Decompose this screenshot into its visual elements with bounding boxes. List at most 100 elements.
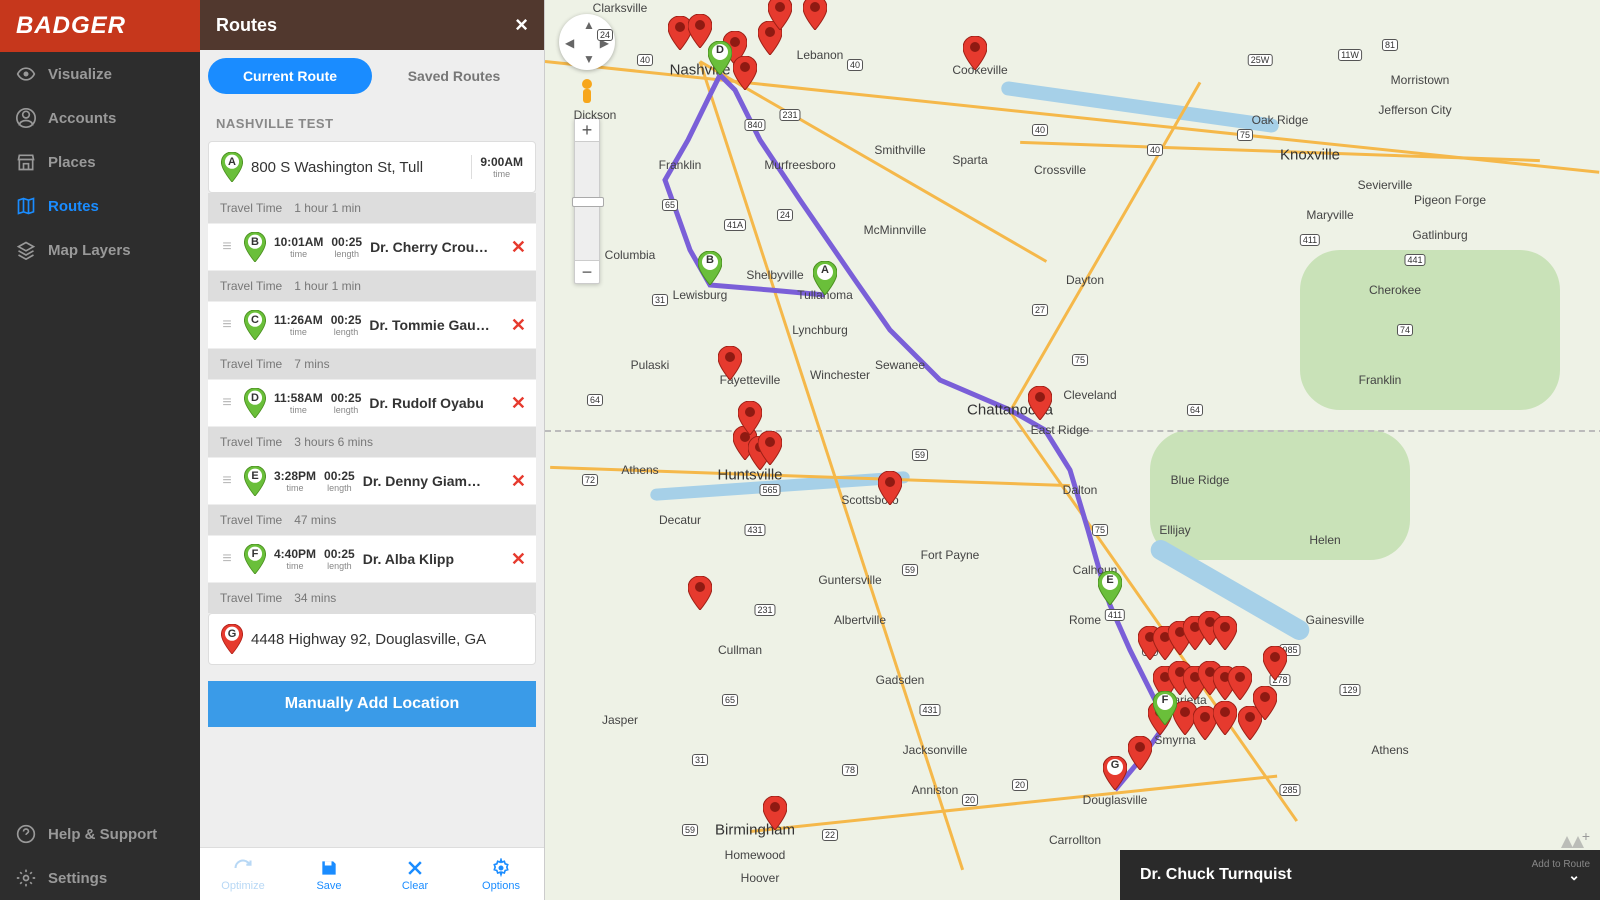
drag-handle-icon[interactable]: ≡ (218, 238, 236, 256)
stop-name: Dr. Cherry Crou… (370, 239, 503, 255)
close-icon[interactable]: × (515, 12, 528, 38)
map-pin[interactable] (763, 796, 787, 830)
map-pin[interactable] (1263, 646, 1287, 680)
panel-title: Routes (216, 15, 277, 36)
map-pin[interactable] (803, 0, 827, 30)
stop-row: ≡ F 4:40PMtime 00:25length Dr. Alba Klip… (208, 535, 536, 583)
stop-pin-icon: F (244, 544, 266, 574)
route-stop-pin[interactable]: F (1153, 691, 1177, 725)
zoom-out-button[interactable]: − (575, 261, 599, 283)
panel-header: Routes × (200, 0, 544, 50)
sidebar-item-label: Routes (48, 198, 99, 215)
clear-button[interactable]: Clear (372, 848, 458, 900)
route-stop-pin[interactable]: D (708, 41, 732, 75)
start-address-input[interactable] (251, 159, 463, 176)
stop-pin-icon: E (244, 466, 266, 496)
sidebar-item-routes[interactable]: Routes (0, 184, 200, 228)
tab-current-route[interactable]: Current Route (208, 58, 372, 94)
drag-handle-icon[interactable]: ≡ (218, 550, 236, 568)
routes-panel: Routes × Current Route Saved Routes NASH… (200, 0, 545, 900)
travel-time-row: Travel Time1 hour 1 min (208, 271, 536, 301)
tab-saved-routes[interactable]: Saved Routes (372, 58, 536, 94)
stop-name: Dr. Alba Klipp (363, 551, 503, 567)
map-pin[interactable] (768, 0, 792, 30)
route-stop-pin[interactable]: A (813, 261, 837, 295)
map-pin[interactable] (963, 36, 987, 70)
map-pin[interactable] (688, 576, 712, 610)
sidebar-item-label: Help & Support (48, 826, 157, 843)
options-button[interactable]: Options (458, 848, 544, 900)
map-canvas[interactable]: ▲▼ ◀▶ + − ClarksvilleNashvilleLebanonCoo… (545, 0, 1600, 900)
map-pin[interactable] (878, 471, 902, 505)
drag-handle-icon[interactable]: ≡ (218, 316, 236, 334)
stop-time: 11:26AMtime (274, 313, 323, 337)
stop-time: 11:58AMtime (274, 391, 323, 415)
zoom-slider-handle[interactable] (572, 197, 604, 207)
sidebar-item-settings[interactable]: Settings (0, 856, 200, 900)
stop-length: 00:25length (324, 469, 355, 493)
end-location-row: G (208, 613, 536, 665)
remove-stop-icon[interactable]: ✕ (511, 471, 526, 492)
panel-body[interactable]: NASHVILLE TEST A 9:00AM time Travel Time… (200, 102, 544, 847)
travel-time-row: Travel Time1 hour 1 min (208, 193, 536, 223)
start-pin-icon: A (221, 152, 243, 182)
remove-stop-icon[interactable]: ✕ (511, 237, 526, 258)
stop-name: Dr. Denny Giam… (363, 473, 503, 489)
remove-stop-icon[interactable]: ✕ (511, 549, 526, 570)
add-to-route-label: Add to Route (1532, 859, 1590, 870)
map-pin[interactable] (1028, 386, 1052, 420)
remove-stop-icon[interactable]: ✕ (511, 393, 526, 414)
zoom-control[interactable]: + − (574, 118, 600, 284)
stop-length: 00:25length (331, 313, 362, 337)
sidebar-item-map-layers[interactable]: Map Layers (0, 228, 200, 272)
map-pin[interactable] (1128, 736, 1152, 770)
map-controls: ▲▼ ◀▶ + − (559, 14, 615, 284)
location-info-card[interactable]: Dr. Chuck Turnquist ⌄ (1120, 850, 1600, 900)
stop-time: 4:40PMtime (274, 547, 316, 571)
nav-sidebar: BADGER VisualizeAccounts Places Routes Map … (0, 0, 200, 900)
stop-row: ≡ C 11:26AMtime 00:25length Dr. Tommie G… (208, 301, 536, 349)
sidebar-item-visualize[interactable]: Visualize (0, 52, 200, 96)
stop-pin-icon: C (244, 310, 266, 340)
map-pin[interactable] (733, 56, 757, 90)
stop-name: Dr. Rudolf Oyabu (369, 395, 503, 411)
route-stop-pin[interactable]: E (1098, 571, 1122, 605)
remove-stop-icon[interactable]: ✕ (511, 315, 526, 336)
map-pin[interactable] (718, 346, 742, 380)
pegman-icon[interactable] (574, 78, 600, 110)
brand-logo: BADGER (0, 0, 200, 52)
map-pin[interactable] (1228, 666, 1252, 700)
route-stop-pin[interactable]: B (698, 251, 722, 285)
stop-time: 3:28PMtime (274, 469, 316, 493)
drag-handle-icon[interactable]: ≡ (218, 394, 236, 412)
route-name: NASHVILLE TEST (200, 102, 544, 141)
stop-pin-icon: D (244, 388, 266, 418)
stop-length: 00:25length (324, 547, 355, 571)
sidebar-item-places[interactable]: Places (0, 140, 200, 184)
route-tabs: Current Route Saved Routes (200, 50, 544, 102)
stop-row: ≡ B 10:01AMtime 00:25length Dr. Cherry C… (208, 223, 536, 271)
sidebar-item-accounts[interactable]: Accounts (0, 96, 200, 140)
route-stop-pin[interactable]: G (1103, 756, 1127, 790)
end-address-input[interactable] (251, 631, 523, 648)
sidebar-item-label: Places (48, 154, 96, 171)
sidebar-item-help-&-support[interactable]: Help & Support (0, 812, 200, 856)
add-to-route-button[interactable]: + (1560, 832, 1586, 852)
save-button[interactable]: Save (286, 848, 372, 900)
drag-handle-icon[interactable]: ≡ (218, 472, 236, 490)
map-pin[interactable] (1213, 701, 1237, 735)
stop-length: 00:25length (331, 235, 362, 259)
info-card-title: Dr. Chuck Turnquist (1140, 866, 1292, 884)
optimize-button[interactable]: Optimize (200, 848, 286, 900)
zoom-in-button[interactable]: + (575, 119, 599, 141)
sidebar-item-label: Settings (48, 870, 107, 887)
map-pin[interactable] (1253, 686, 1277, 720)
pan-control[interactable]: ▲▼ ◀▶ (559, 14, 615, 70)
stop-row: ≡ E 3:28PMtime 00:25length Dr. Denny Gia… (208, 457, 536, 505)
map-pin[interactable] (738, 401, 762, 435)
map-pin[interactable] (758, 431, 782, 465)
manually-add-location-button[interactable]: Manually Add Location (208, 681, 536, 727)
map-pin[interactable] (1213, 616, 1237, 650)
travel-time-row: Travel Time 34 mins (208, 583, 536, 613)
stop-pin-icon: B (244, 232, 266, 262)
